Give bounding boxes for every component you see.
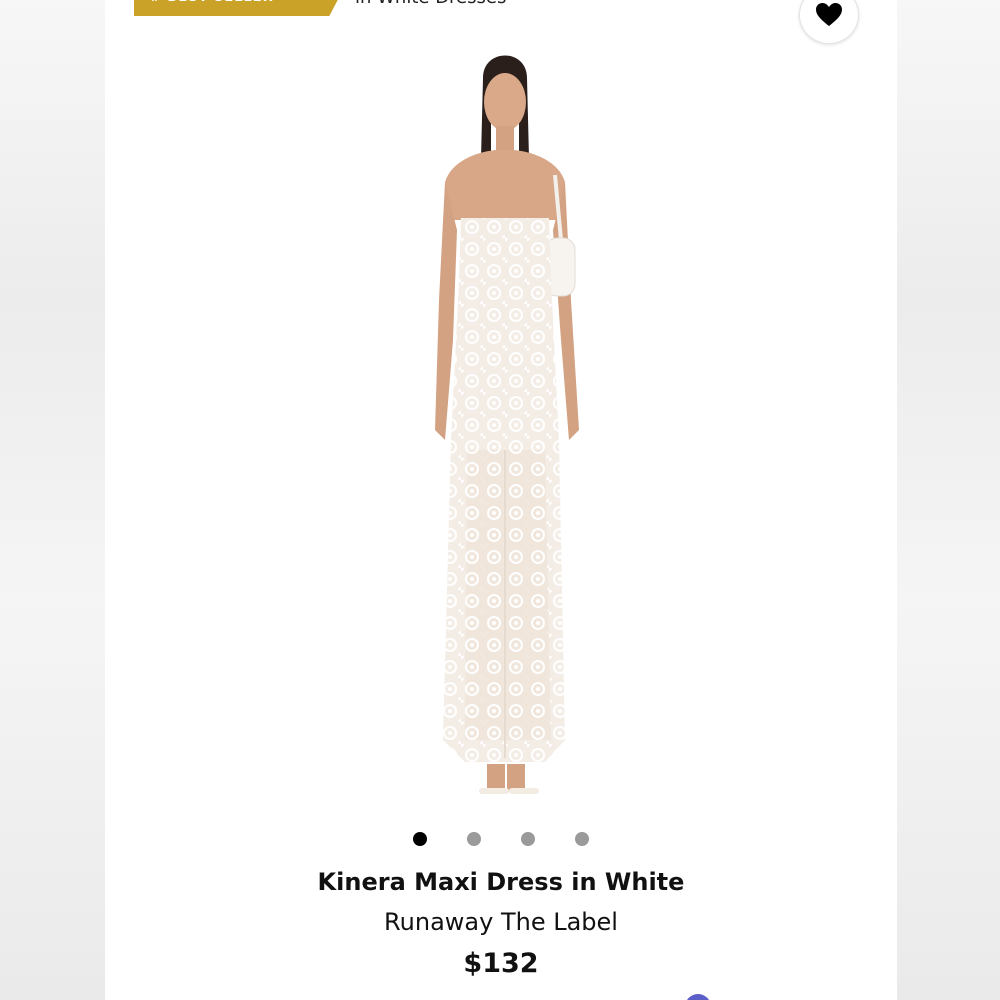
carousel-dot[interactable]	[521, 832, 535, 846]
brand-name[interactable]: Runaway The Label	[105, 908, 897, 936]
best-seller-badge: # BEST SELLER	[134, 0, 344, 16]
carousel-dot[interactable]	[467, 832, 481, 846]
background-blur-left	[0, 0, 105, 1000]
price: $132	[463, 948, 539, 979]
product-card: # BEST SELLER in White Dresses	[105, 0, 897, 1000]
carousel-dot[interactable]	[413, 832, 427, 846]
wishlist-button[interactable]	[799, 0, 859, 44]
product-title: Kinera Maxi Dress in White	[317, 868, 685, 896]
carousel-dot[interactable]	[575, 832, 589, 846]
carousel-dots	[105, 832, 897, 848]
partial-icon	[685, 994, 711, 1000]
background-blur-right	[897, 0, 1000, 1000]
heart-icon	[816, 3, 842, 26]
product-image[interactable]	[395, 40, 615, 815]
category-label[interactable]: in White Dresses	[355, 0, 506, 8]
